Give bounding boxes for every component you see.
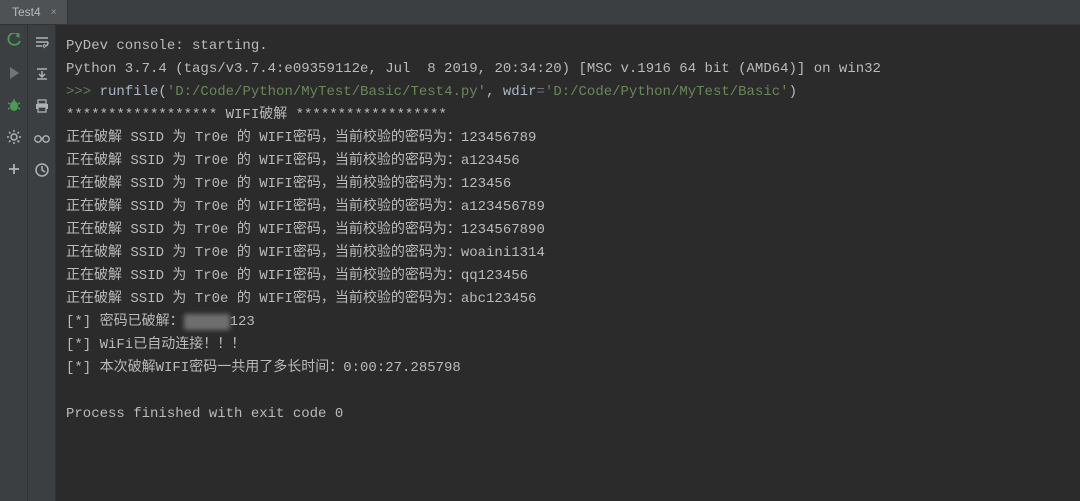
console-line: 正在破解 SSID 为 Tr0e 的 WIFI密码，当前校验的密码为：qq123…: [66, 265, 1070, 288]
console-line: [*] WiFi已自动连接！！！: [66, 334, 1070, 357]
print-icon[interactable]: [33, 97, 51, 115]
console-line: 正在破解 SSID 为 Tr0e 的 WIFI密码，当前校验的密码为：abc12…: [66, 288, 1070, 311]
kwarg-name: wdir: [503, 84, 537, 100]
play-icon[interactable]: [6, 65, 22, 81]
main-area: PyDev console: starting. Python 3.7.4 (t…: [0, 25, 1080, 501]
console-line: 正在破解 SSID 为 Tr0e 的 WIFI密码，当前校验的密码为：a1234…: [66, 196, 1070, 219]
exit-line: Process finished with exit code 0: [66, 403, 1070, 426]
console-line: 正在破解 SSID 为 Tr0e 的 WIFI密码，当前校验的密码为：12345…: [66, 127, 1070, 150]
console-line: [66, 380, 1070, 403]
console-line: Python 3.7.4 (tags/v3.7.4:e09359112e, Ju…: [66, 58, 1070, 81]
spectacles-icon[interactable]: [33, 129, 51, 147]
console-line: 正在破解 SSID 为 Tr0e 的 WIFI密码，当前校验的密码为：12345…: [66, 173, 1070, 196]
prompt: >>>: [66, 84, 100, 100]
console-line: [*] 本次破解WIFI密码一共用了多长时间：0:00:27.285798: [66, 357, 1070, 380]
console-line: ****************** WIFI破解 **************…: [66, 104, 1070, 127]
debug-icon[interactable]: [6, 97, 22, 113]
string-arg: 'D:/Code/Python/MyTest/Basic/Test4.py': [167, 84, 486, 100]
console-line: [*] 密码已破解：xxxxx123: [66, 311, 1070, 334]
console-line: PyDev console: starting.: [66, 35, 1070, 58]
toolbar-gutter: [28, 25, 56, 501]
left-gutter: [0, 25, 28, 501]
soft-wrap-icon[interactable]: [33, 33, 51, 51]
redacted-password: xxxxx: [184, 314, 230, 330]
close-icon[interactable]: ×: [49, 7, 59, 17]
fn-name: runfile: [100, 84, 159, 100]
console-output[interactable]: PyDev console: starting. Python 3.7.4 (t…: [56, 25, 1080, 501]
console-line: 正在破解 SSID 为 Tr0e 的 WIFI密码，当前校验的密码为：a1234…: [66, 150, 1070, 173]
add-icon[interactable]: [6, 161, 22, 177]
string-arg: 'D:/Code/Python/MyTest/Basic': [545, 84, 789, 100]
rerun-icon[interactable]: [6, 33, 22, 49]
console-line: 正在破解 SSID 为 Tr0e 的 WIFI密码，当前校验的密码为：12345…: [66, 219, 1070, 242]
scroll-to-end-icon[interactable]: [33, 65, 51, 83]
console-line: >>> runfile('D:/Code/Python/MyTest/Basic…: [66, 81, 1070, 104]
console-line: 正在破解 SSID 为 Tr0e 的 WIFI密码，当前校验的密码为：woain…: [66, 242, 1070, 265]
tab-bar: Test4 ×: [0, 0, 1080, 25]
tab-label: Test4: [12, 5, 41, 19]
history-icon[interactable]: [33, 161, 51, 179]
tab-test4[interactable]: Test4 ×: [0, 0, 68, 24]
settings-icon[interactable]: [6, 129, 22, 145]
